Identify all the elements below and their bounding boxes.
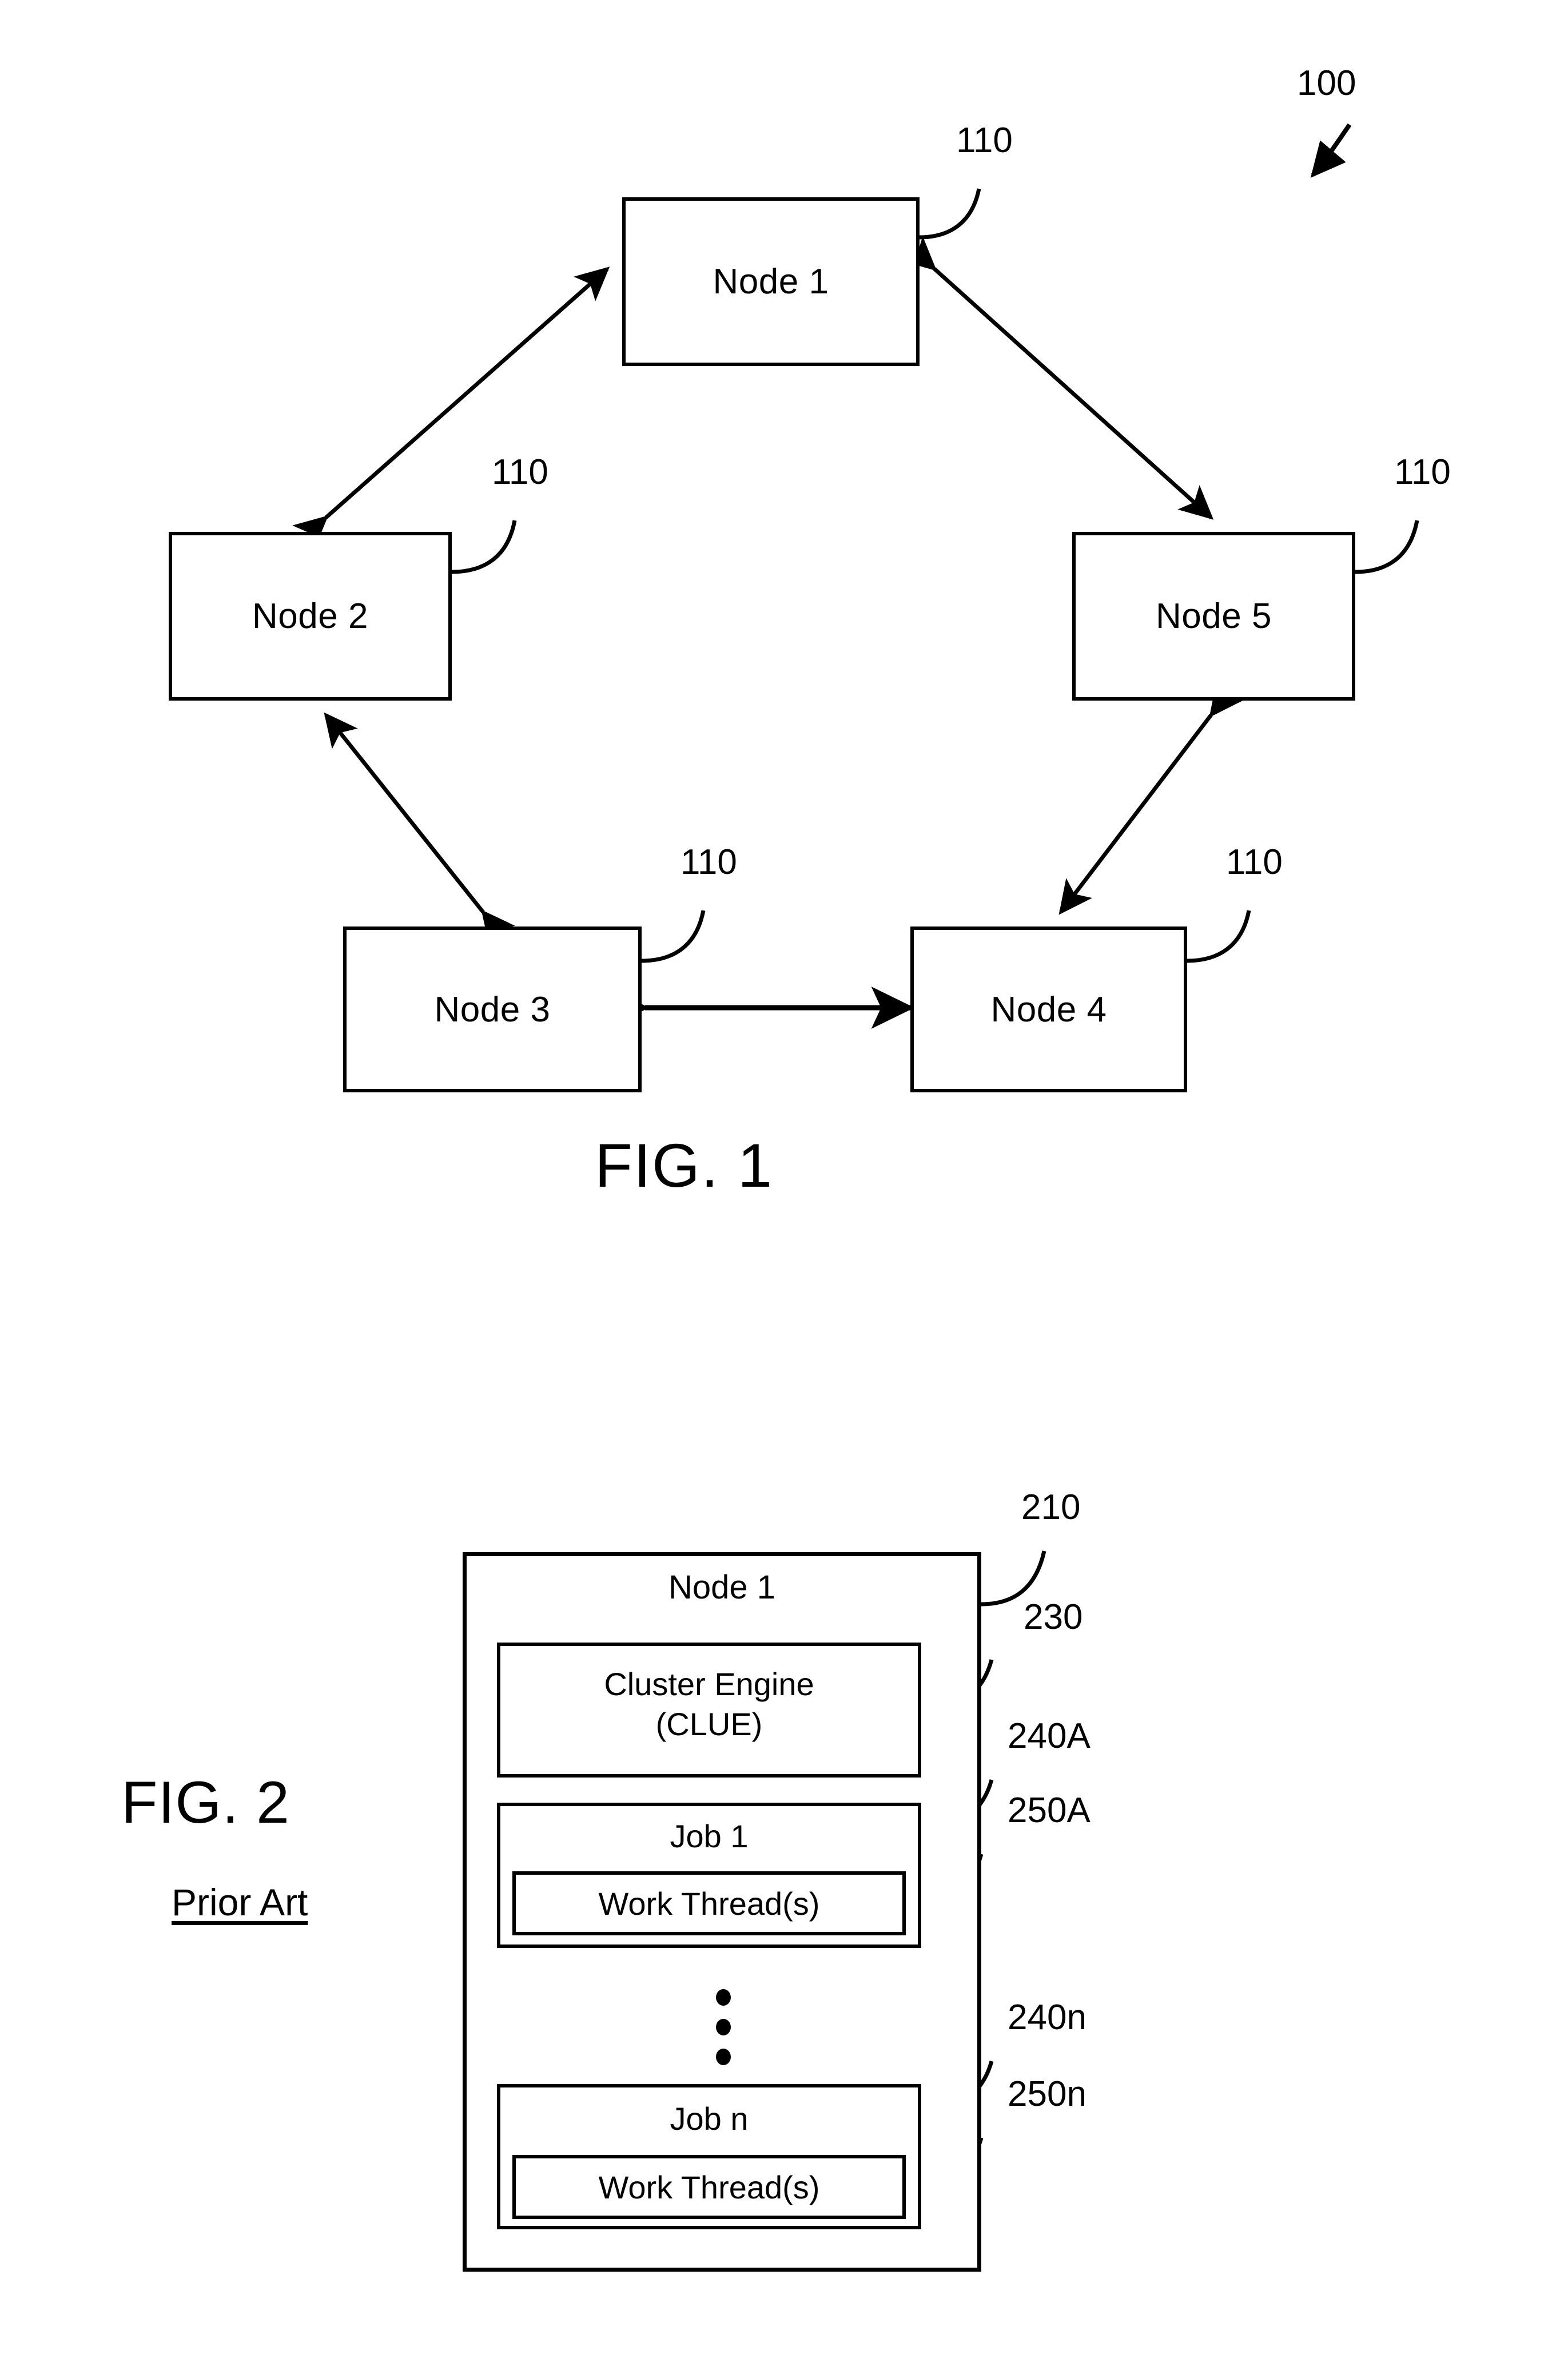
ref-numeral-240A-job-1: 240A <box>1008 1716 1091 1756</box>
node-label-node-5: Node 5 <box>1156 597 1272 636</box>
work-thread-box-job-1[interactable]: Work Thread(s) <box>512 1871 906 1935</box>
ref-numeral-230-cluster-engine: 230 <box>1024 1597 1083 1637</box>
arrow-node3-node2 <box>324 712 515 947</box>
node-box-node-5[interactable]: Node 5 <box>1072 532 1355 701</box>
node-box-node-2[interactable]: Node 2 <box>169 532 452 701</box>
figure-1-caption: FIG. 1 <box>595 1131 774 1200</box>
arrow-node5-node4 <box>1058 681 1243 915</box>
node-label-node-1: Node 1 <box>713 262 829 301</box>
ref-numeral-250n-thread-n: 250n <box>1008 2074 1087 2114</box>
leader-line-node3 <box>641 910 706 963</box>
node-box-node-4[interactable]: Node 4 <box>910 927 1187 1092</box>
leader-arrow-system-100 <box>1310 123 1352 178</box>
figure-2-subcaption-prior-art: Prior Art <box>172 1881 308 1923</box>
work-thread-box-job-n[interactable]: Work Thread(s) <box>512 2155 906 2219</box>
node-label-node-4: Node 4 <box>990 989 1107 1029</box>
ref-numeral-250A-thread-1: 250A <box>1008 1791 1091 1830</box>
job-label-job-1: Job 1 <box>670 1818 749 1854</box>
cluster-engine-label-line2: (CLUE) <box>655 1706 763 1742</box>
ellipsis-dot-3 <box>716 2049 731 2065</box>
ref-numeral-100-system: 100 <box>1297 63 1356 103</box>
figure-2-caption: FIG. 2 <box>121 1770 290 1836</box>
node-box-node-3[interactable]: Node 3 <box>343 927 642 1092</box>
ref-numeral-110-node5: 110 <box>1394 452 1451 492</box>
patent-drawing-page: Node 1 Node 2 Node 3 Node 4 Node 5 110 1… <box>0 0 1568 2358</box>
fig2-node-title: Node 1 <box>668 1569 776 1606</box>
ref-numeral-210-node: 210 <box>1021 1488 1081 1527</box>
node-label-node-2: Node 2 <box>252 597 368 636</box>
node-box-node-1[interactable]: Node 1 <box>622 197 920 366</box>
leader-line-node4 <box>1187 910 1251 963</box>
leader-line-node2 <box>451 520 517 574</box>
leader-line-node1 <box>919 188 981 240</box>
job-label-job-n: Job n <box>670 2101 749 2137</box>
arrow-node2-node1 <box>292 267 610 550</box>
arrow-node1-node5 <box>901 236 1214 520</box>
ellipsis-dot-2 <box>716 2019 731 2035</box>
cluster-engine-label-line1: Cluster Engine <box>604 1666 814 1702</box>
ref-numeral-110-node4: 110 <box>1226 842 1283 882</box>
ellipsis-dot-1 <box>716 1989 731 2006</box>
ref-numeral-110-node2: 110 <box>492 452 548 492</box>
work-thread-label-job-n: Work Thread(s) <box>598 2169 820 2205</box>
ref-numeral-110-node1: 110 <box>956 121 1013 160</box>
ref-numeral-240n-job-n: 240n <box>1008 1998 1087 2037</box>
ref-numeral-110-node3: 110 <box>680 842 737 882</box>
node-label-node-3: Node 3 <box>434 989 551 1029</box>
work-thread-label-job-1: Work Thread(s) <box>598 1885 820 1922</box>
leader-line-node5 <box>1355 520 1419 574</box>
